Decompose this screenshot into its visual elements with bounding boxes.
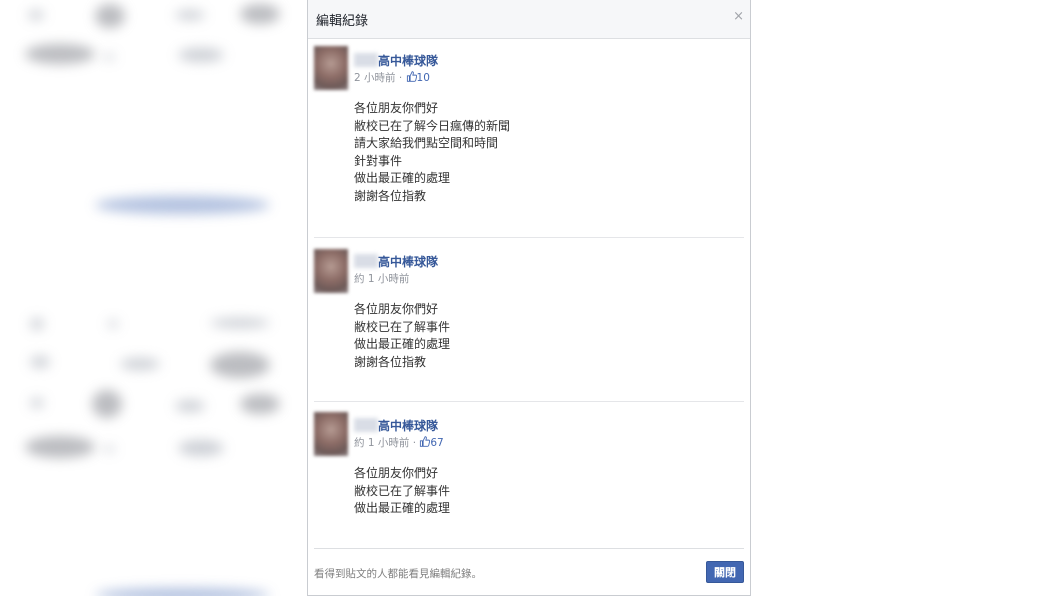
close-icon[interactable]: × <box>733 9 744 24</box>
avatar[interactable] <box>314 412 348 456</box>
like-count[interactable]: 67 <box>430 437 443 449</box>
edit-entry: 高中棒球隊 2 小時前 · 10 各位朋友你們好 敝校已在了解今日瘋傳的新聞 請… <box>314 46 744 236</box>
avatar[interactable] <box>314 249 348 293</box>
thumbs-up-icon <box>406 71 417 84</box>
redacted-name <box>354 418 378 432</box>
avatar[interactable] <box>314 46 348 90</box>
timestamp[interactable]: 2 小時前 <box>354 72 396 84</box>
entry-meta: 2 小時前 · 10 <box>354 71 430 84</box>
like-count[interactable]: 10 <box>417 72 430 84</box>
edit-entry: 高中棒球隊 約 1 小時前 各位朋友你們好 敝校已在了解事件 做出最正確的處理 … <box>314 237 744 402</box>
post-text: 各位朋友你們好 敝校已在了解事件 做出最正確的處理 <box>354 466 451 515</box>
post-text: 各位朋友你們好 敝校已在了解事件 做出最正確的處理 謝謝各位指教 <box>354 302 451 369</box>
author-name[interactable]: 高中棒球隊 <box>378 417 438 434</box>
entry-meta: 約 1 小時前 · 67 <box>354 436 444 449</box>
redacted-name <box>354 254 378 268</box>
footer-note: 看得到貼文的人都能看見編輯紀錄。 <box>314 568 482 580</box>
entry-meta: 約 1 小時前 <box>354 271 409 286</box>
dialog-footer: 看得到貼文的人都能看見編輯紀錄。 關閉 <box>314 548 744 595</box>
author-name[interactable]: 高中棒球隊 <box>378 52 438 69</box>
thumbs-up-icon <box>419 436 431 449</box>
post-text: 各位朋友你們好 敝校已在了解今日瘋傳的新聞 請大家給我們點空間和時間 針對事件 … <box>354 101 511 203</box>
edit-history-dialog: 編輯紀錄 × 高中棒球隊 2 小時前 · 10 各位朋友你們好 敝校已在了解今日… <box>307 0 751 596</box>
dialog-title: 編輯紀錄 <box>316 14 369 29</box>
timestamp[interactable]: 約 1 小時前 <box>354 273 409 285</box>
dialog-header: 編輯紀錄 × <box>308 0 750 39</box>
author-name[interactable]: 高中棒球隊 <box>378 253 438 270</box>
edit-entry: 高中棒球隊 約 1 小時前 · 67 各位朋友你們好 敝校已在了解事件 做出最正… <box>314 401 744 548</box>
close-button[interactable]: 關閉 <box>706 561 744 583</box>
timestamp[interactable]: 約 1 小時前 <box>354 437 409 449</box>
redacted-name <box>354 53 378 67</box>
